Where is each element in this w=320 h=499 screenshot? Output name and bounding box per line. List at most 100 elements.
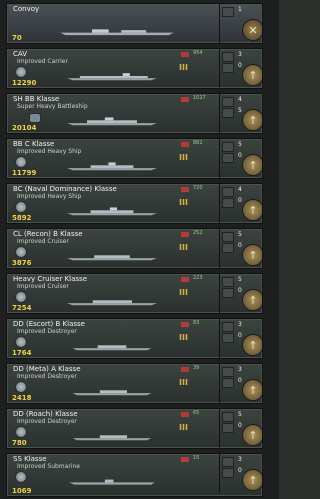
reserve-count: 0 (238, 152, 242, 159)
upgrade-icon[interactable]: ↑ (242, 64, 262, 86)
reserve-count: 0 (238, 422, 242, 429)
production-cost: 1069 (12, 487, 32, 495)
row-controls: 5 0 ↑ (219, 409, 262, 448)
ship-row[interactable]: BB C Klasse Improved Heavy Ship 882 III … (6, 138, 263, 179)
veterancy-badge-icon (15, 336, 27, 348)
ship-row[interactable]: CL (Recon) B Klasse Improved Cruiser 252… (6, 228, 263, 269)
equipment-badge-icon (29, 113, 41, 123)
ship-row[interactable]: DD (Meta) A Klasse Improved Destroyer 39… (6, 363, 263, 404)
production-cost: 70 (12, 34, 22, 42)
rank-indicator: III (179, 333, 188, 342)
ship-name: Heavy Cruiser Klasse (13, 275, 87, 283)
upgrade-icon[interactable]: ↑ (242, 469, 262, 491)
ship-silhouette-icon (72, 390, 152, 396)
upgrade-icon[interactable]: ↑ (242, 154, 262, 176)
ship-silhouette-icon (72, 345, 152, 351)
ship-stat: 720 (193, 185, 203, 191)
row-controls: 3 0 ↑ (219, 364, 262, 403)
upgrade-icon[interactable]: ↑ (242, 244, 262, 266)
reserve-count: 0 (238, 332, 242, 339)
rank-indicator: III (179, 423, 188, 432)
ship-count-icon (222, 277, 234, 287)
row-controls: 1 ✕ (219, 4, 262, 43)
reserve-count: 0 (238, 197, 242, 204)
row-controls: 5 0 ↑ (219, 229, 262, 268)
remove-icon[interactable]: ✕ (242, 19, 262, 41)
ship-row[interactable]: SS Klasse Improved Submarine 15 1069 3 0… (6, 453, 263, 497)
reserve-icon (222, 288, 234, 298)
reserve-icon (222, 198, 234, 208)
ship-count-icon (222, 142, 234, 152)
reserve-icon (222, 423, 234, 433)
ship-silhouette-icon (69, 479, 155, 485)
flag-icon (181, 142, 189, 147)
ship-name: BB C Klasse (13, 140, 55, 148)
ship-count-icon (222, 412, 234, 422)
production-cost: 3876 (12, 259, 32, 267)
ship-design-list: Convoy 70 1 ✕ CAV Improved Carrier 954 I… (0, 0, 279, 499)
ship-stat: 954 (193, 50, 203, 56)
row-controls: 5 0 ↑ (219, 139, 262, 178)
ship-type: Improved Heavy Ship (17, 193, 82, 200)
ship-name: DD (Escort) B Klasse (13, 320, 85, 328)
reserve-icon (222, 153, 234, 163)
reserve-count: 0 (238, 62, 242, 69)
ship-type: Improved Destroyer (17, 418, 77, 425)
ship-count: 3 (238, 51, 242, 58)
ship-count-icon (222, 232, 234, 242)
ship-row[interactable]: Heavy Cruiser Klasse Improved Cruiser 22… (6, 273, 263, 314)
upgrade-icon[interactable]: ↑ (242, 199, 262, 221)
ship-count-icon (222, 97, 234, 107)
veterancy-badge-icon (15, 291, 27, 303)
upgrade-icon[interactable]: ↑ (242, 334, 262, 356)
production-cost: 7254 (12, 304, 32, 312)
ship-row[interactable]: CAV Improved Carrier 954 III 12290 3 0 ↑ (6, 48, 263, 89)
ship-stat: 65 (193, 410, 200, 416)
row-controls: 4 0 ↑ (219, 184, 262, 223)
reserve-icon (222, 108, 234, 118)
ship-count: 3 (238, 456, 242, 463)
ship-count: 3 (238, 366, 242, 373)
rank-indicator: III (179, 378, 188, 387)
production-cost: 1764 (12, 349, 32, 357)
production-cost: 780 (12, 439, 27, 447)
ship-stat: 882 (193, 140, 203, 146)
rank-indicator: III (179, 288, 188, 297)
rank-indicator: III (179, 153, 188, 162)
veterancy-badge-icon (15, 156, 27, 168)
flag-icon (181, 367, 189, 372)
ship-count: 5 (238, 231, 242, 238)
ship-silhouette-icon (67, 300, 157, 306)
production-cost: 12290 (12, 79, 37, 87)
ship-row[interactable]: DD (Roach) Klasse Improved Destroyer 65 … (6, 408, 263, 449)
ship-count-icon (222, 7, 234, 17)
upgrade-icon[interactable]: ↑ (242, 109, 262, 131)
ship-count-icon (222, 367, 234, 377)
rank-indicator: III (179, 198, 188, 207)
ship-row[interactable]: SH BB Klasse Super Heavy Battleship 1027… (6, 93, 263, 134)
ship-silhouette-icon (67, 73, 157, 81)
production-cost: 20104 (12, 124, 37, 132)
ship-type: Improved Heavy Ship (17, 148, 82, 155)
ship-row[interactable]: BC (Naval Dominance) Klasse Improved Hea… (6, 183, 263, 224)
ship-silhouette-icon (67, 255, 157, 261)
ship-count: 5 (238, 276, 242, 283)
ship-row[interactable]: DD (Escort) B Klasse Improved Destroyer … (6, 318, 263, 359)
flag-icon (181, 187, 189, 192)
upgrade-icon[interactable]: ↑ (242, 289, 262, 311)
ship-count: 5 (238, 141, 242, 148)
flag-icon (181, 52, 189, 57)
ship-row[interactable]: Convoy 70 1 ✕ (6, 3, 263, 44)
ship-count: 3 (238, 321, 242, 328)
ship-type: Improved Cruiser (17, 283, 69, 290)
row-controls: 3 0 ↑ (219, 49, 262, 88)
flag-icon (181, 412, 189, 417)
row-controls: 5 0 ↑ (219, 274, 262, 313)
ship-type: Improved Submarine (17, 463, 80, 470)
upgrade-icon[interactable]: ↑ (242, 379, 262, 401)
ship-stat: 39 (193, 365, 200, 371)
ship-stat: 223 (193, 275, 203, 281)
upgrade-icon[interactable]: ↑ (242, 424, 262, 446)
reserve-icon (222, 468, 234, 478)
ship-count-icon (222, 457, 234, 467)
